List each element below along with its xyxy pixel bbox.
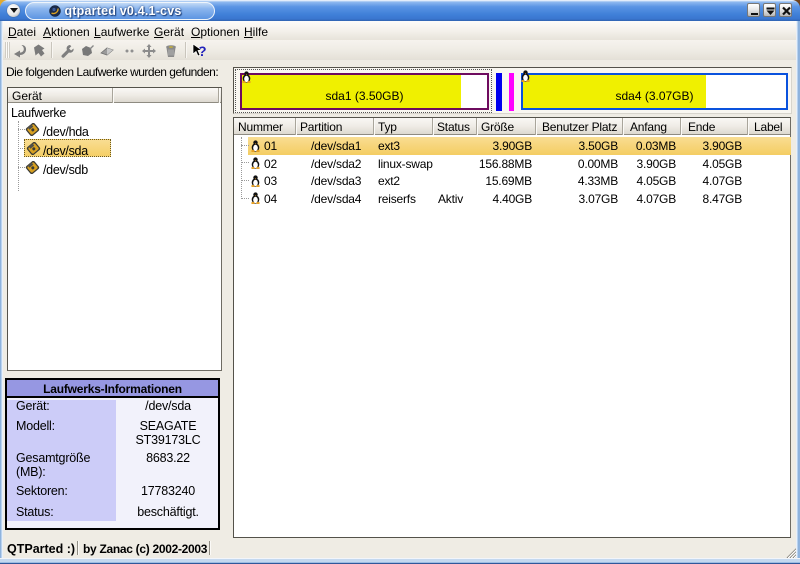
- svg-text:?: ?: [198, 43, 207, 59]
